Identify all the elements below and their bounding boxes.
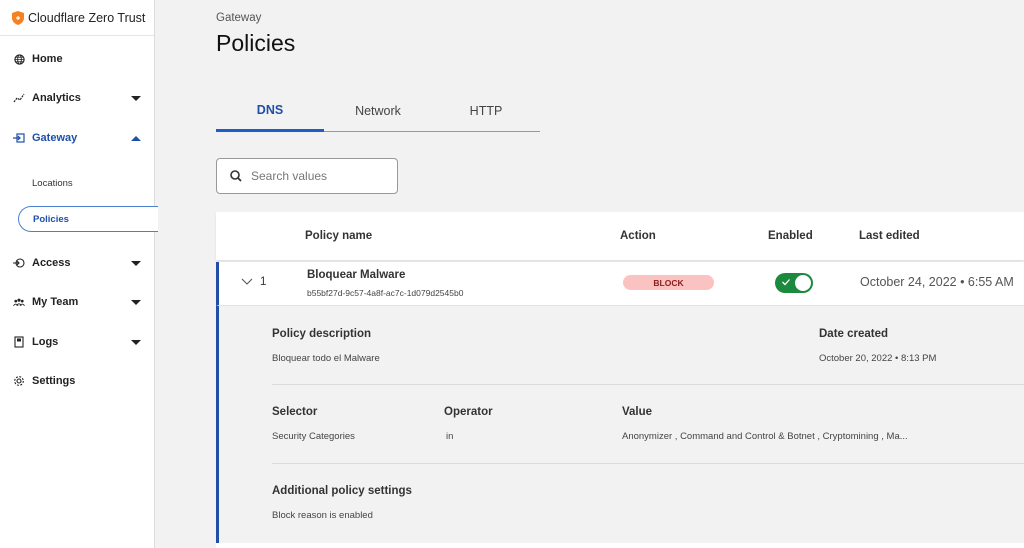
sidebar-subitem-label: Locations	[32, 177, 73, 189]
tab-http[interactable]: HTTP	[432, 90, 540, 132]
operator-value: in	[446, 431, 454, 442]
brand-header[interactable]: Cloudflare Zero Trust	[0, 0, 154, 36]
sidebar-item-logs[interactable]: Logs	[0, 331, 155, 353]
sidebar-subitem-policies[interactable]: Policies	[18, 206, 158, 232]
sidebar-item-label: Settings	[32, 375, 76, 387]
sidebar-item-analytics[interactable]: Analytics	[0, 87, 155, 109]
value-value: Anonymizer , Command and Control & Botne…	[622, 431, 908, 442]
selector-label: Selector	[272, 406, 318, 418]
policy-name[interactable]: Bloquear Malware	[307, 269, 405, 281]
sidebar-item-my-team[interactable]: My Team	[0, 291, 155, 313]
column-header-action[interactable]: Action	[620, 212, 656, 260]
sidebar-item-label: Home	[32, 53, 63, 65]
access-icon	[13, 257, 25, 269]
sidebar-subitem-locations[interactable]: Locations	[18, 170, 158, 196]
tab-network[interactable]: Network	[324, 90, 432, 132]
table-row[interactable]: 1 Bloquear Malware b55bf27d-9c57-4a8f-ac…	[216, 262, 1024, 306]
team-icon	[13, 296, 25, 308]
chevron-down-icon[interactable]	[241, 275, 253, 287]
search-input[interactable]	[251, 169, 391, 183]
table-header: Policy name Action Enabled Last edited	[216, 212, 1024, 260]
policy-type-tabs: DNS Network HTTP	[216, 90, 540, 132]
logs-icon	[13, 336, 25, 348]
additional-settings-label: Additional policy settings	[272, 485, 412, 497]
policy-id: b55bf27d-9c57-4a8f-ac7c-1d079d2545b0	[307, 288, 464, 298]
sidebar-subitem-label: Policies	[33, 213, 69, 225]
sidebar-item-label: Logs	[32, 336, 59, 348]
sidebar-item-access[interactable]: Access	[0, 252, 155, 274]
last-edited: October 24, 2022 • 6:55 AM	[860, 275, 1014, 289]
check-icon	[782, 279, 790, 286]
policy-description-value: Bloquear todo el Malware	[272, 353, 380, 364]
chevron-down-icon[interactable]	[131, 299, 141, 305]
sidebar-item-gateway[interactable]: Gateway	[0, 127, 155, 149]
sidebar-item-label: Gateway	[32, 132, 78, 144]
action-badge: BLOCK	[623, 275, 714, 290]
policy-details-panel: Policy description Bloquear todo el Malw…	[216, 306, 1024, 548]
globe-icon	[13, 53, 25, 65]
date-created-label: Date created	[819, 328, 889, 340]
divider	[272, 384, 1024, 385]
sidebar-item-home[interactable]: Home	[0, 48, 155, 70]
gateway-icon	[13, 132, 25, 144]
cloudflare-shield-logo-icon	[12, 10, 24, 25]
table-bottom-edge	[216, 543, 1024, 548]
sidebar-item-label: Analytics	[32, 92, 81, 104]
row-index: 1	[260, 276, 267, 288]
sidebar-item-settings[interactable]: Settings	[0, 370, 155, 392]
chevron-down-icon[interactable]	[131, 339, 141, 345]
divider	[272, 463, 1024, 464]
chevron-up-icon[interactable]	[131, 135, 141, 141]
page-title: Policies	[216, 30, 296, 56]
toggle-knob	[795, 275, 811, 291]
search-icon	[230, 170, 242, 182]
sidebar-item-label: My Team	[32, 296, 79, 308]
operator-label: Operator	[444, 406, 493, 418]
chevron-down-icon[interactable]	[131, 260, 141, 266]
enabled-toggle[interactable]	[775, 273, 813, 293]
sidebar: Cloudflare Zero Trust Home Analytics Gat…	[0, 0, 158, 548]
column-header-enabled[interactable]: Enabled	[768, 212, 813, 260]
value-label: Value	[622, 406, 653, 418]
date-created-value: October 20, 2022 • 8:13 PM	[819, 353, 937, 364]
gear-icon	[13, 375, 25, 387]
brand-name: Cloudflare Zero Trust	[28, 10, 146, 25]
search-box[interactable]	[216, 158, 398, 194]
sidebar-item-label: Access	[32, 257, 71, 269]
column-header-last-edited[interactable]: Last edited	[859, 212, 920, 260]
breadcrumb[interactable]: Gateway	[216, 12, 261, 24]
tab-dns[interactable]: DNS	[216, 90, 324, 132]
selector-value: Security Categories	[272, 431, 355, 442]
additional-settings-value: Block reason is enabled	[272, 510, 373, 521]
policy-description-label: Policy description	[272, 328, 372, 340]
analytics-icon	[13, 92, 25, 104]
column-header-policy-name[interactable]: Policy name	[305, 212, 372, 260]
chevron-down-icon[interactable]	[131, 95, 141, 101]
